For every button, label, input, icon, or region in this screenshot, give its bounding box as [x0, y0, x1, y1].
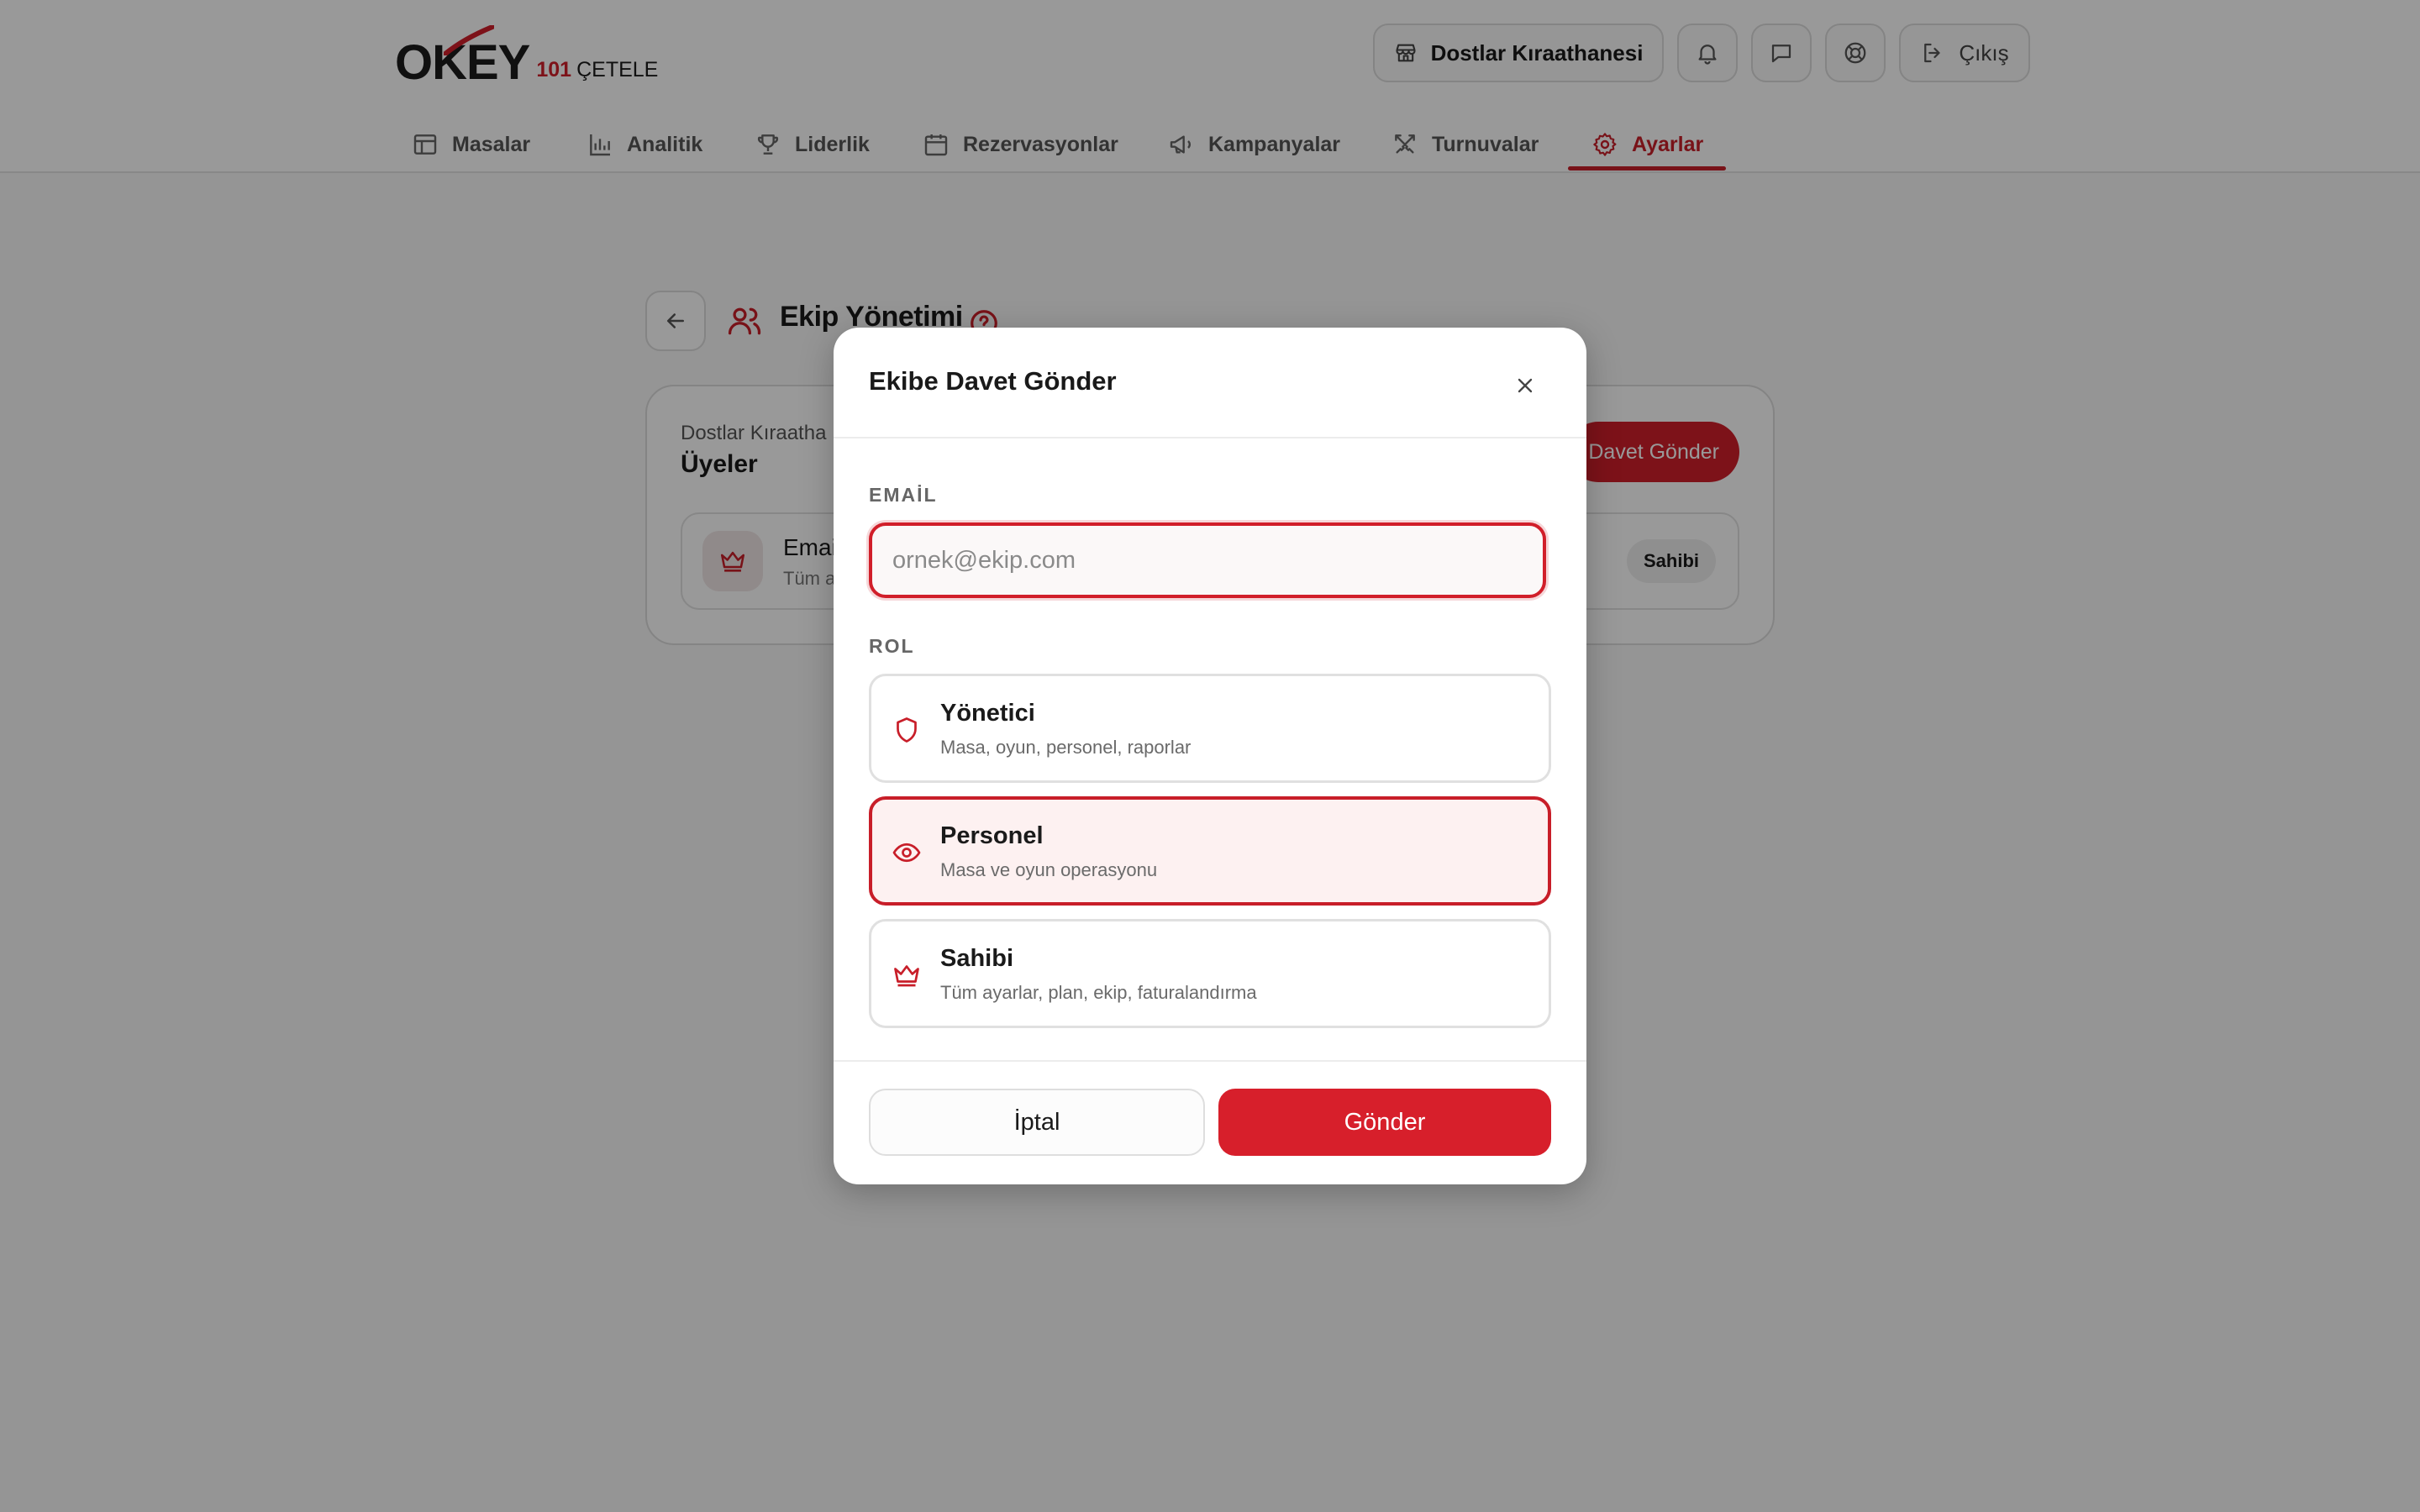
crown-icon: [894, 965, 919, 987]
role-option-sahibi[interactable]: Sahibi Tüm ayarlar, plan, ekip, faturala…: [869, 919, 1551, 1028]
role-label: ROL: [869, 635, 915, 657]
cancel-button[interactable]: İptal: [869, 1089, 1205, 1156]
send-button[interactable]: Gönder: [1218, 1089, 1551, 1156]
role-description: Tüm ayarlar, plan, ekip, faturalandırma: [940, 982, 1257, 1003]
close-icon: [1518, 378, 1533, 393]
footer-divider: [834, 1060, 1586, 1062]
role-description: Masa ve oyun operasyonu: [940, 859, 1158, 880]
eye-icon: [892, 843, 921, 863]
shield-icon: [897, 717, 917, 743]
invite-dialog: Ekibe Davet Gönder EMAİL ROL Yönetici Ma…: [834, 328, 1586, 1184]
header-divider: [834, 437, 1586, 438]
role-name: Yönetici: [940, 700, 1035, 727]
role-description: Masa, oyun, personel, raporlar: [940, 737, 1192, 758]
email-input[interactable]: [869, 522, 1546, 598]
email-label: EMAİL: [869, 484, 938, 506]
role-option-personel[interactable]: Personel Masa ve oyun operasyonu: [869, 796, 1551, 906]
role-name: Personel: [940, 822, 1044, 849]
role-name: Sahibi: [940, 945, 1014, 972]
dialog-title: Ekibe Davet Gönder: [869, 366, 1117, 396]
role-option-yonetici[interactable]: Yönetici Masa, oyun, personel, raporlar: [869, 674, 1551, 783]
close-button[interactable]: [1506, 366, 1544, 405]
